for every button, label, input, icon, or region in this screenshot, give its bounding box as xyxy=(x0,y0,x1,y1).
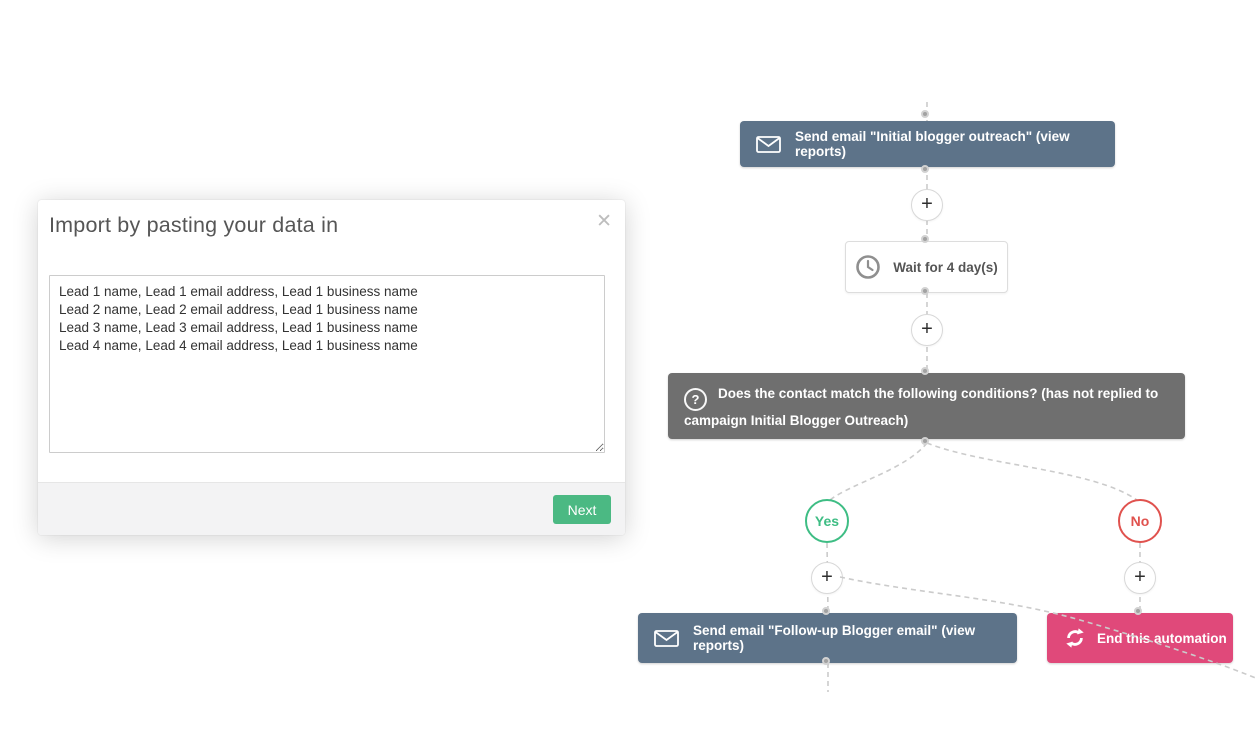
add-action-button[interactable]: + xyxy=(911,314,943,346)
connector-dot xyxy=(921,110,929,118)
wait-node[interactable]: Wait for 4 day(s) xyxy=(845,241,1008,293)
branch-label: No xyxy=(1131,513,1150,529)
connector-condition-to-no xyxy=(927,443,1137,500)
node-label: Send email "Initial blogger outreach" (v… xyxy=(795,129,1115,159)
node-label: Does the contact match the following con… xyxy=(684,386,1158,428)
end-automation-node[interactable]: End this automation xyxy=(1047,613,1233,663)
node-label: End this automation xyxy=(1097,631,1227,646)
modal-title: Import by pasting your data in xyxy=(49,213,338,238)
condition-node[interactable]: ?Does the contact match the following co… xyxy=(668,373,1185,439)
connector-dot xyxy=(822,607,830,615)
connector-dot xyxy=(1134,607,1142,615)
connector-dot xyxy=(921,287,929,295)
connector-condition-to-yes xyxy=(830,443,927,500)
envelope-icon xyxy=(756,136,781,153)
node-label: Wait for 4 day(s) xyxy=(893,260,998,275)
automation-canvas: Send email "Initial blogger outreach" (v… xyxy=(0,0,1258,734)
close-icon[interactable]: ✕ xyxy=(596,212,612,231)
connector-dot xyxy=(921,235,929,243)
clock-icon xyxy=(855,254,881,280)
paste-data-textarea[interactable]: Lead 1 name, Lead 1 email address, Lead … xyxy=(49,275,605,453)
next-button[interactable]: Next xyxy=(553,495,611,524)
add-action-button[interactable]: + xyxy=(911,189,943,221)
branch-label: Yes xyxy=(815,513,839,529)
modal-footer: Next xyxy=(38,482,625,535)
add-action-button[interactable]: + xyxy=(1124,562,1156,594)
add-action-button[interactable]: + xyxy=(811,562,843,594)
question-icon: ? xyxy=(684,388,707,411)
connector-dot xyxy=(921,165,929,173)
import-paste-modal: Import by pasting your data in ✕ Lead 1 … xyxy=(38,200,625,535)
refresh-icon xyxy=(1064,627,1086,649)
send-email-node-followup[interactable]: Send email "Follow-up Blogger email" (vi… xyxy=(638,613,1017,663)
branch-no-badge: No xyxy=(1118,499,1162,543)
envelope-icon xyxy=(654,630,679,647)
connector-dot xyxy=(921,367,929,375)
branch-yes-badge: Yes xyxy=(805,499,849,543)
node-label: Send email "Follow-up Blogger email" (vi… xyxy=(693,623,1017,653)
send-email-node-initial[interactable]: Send email "Initial blogger outreach" (v… xyxy=(740,121,1115,167)
connector-dot xyxy=(822,657,830,665)
connector-dot xyxy=(921,437,929,445)
